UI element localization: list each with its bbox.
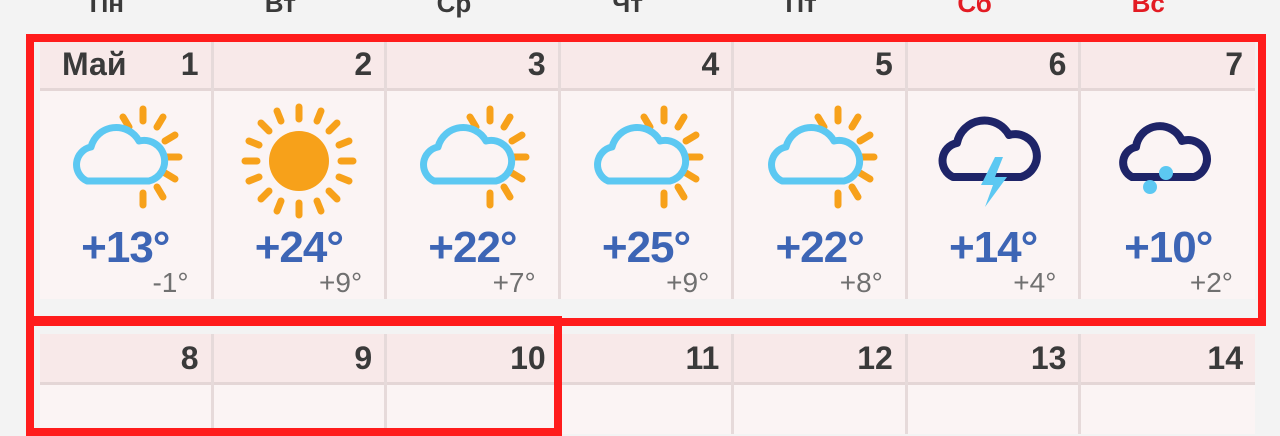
day-number: 2	[354, 46, 373, 82]
weekday-header: Пн Вт Ср Чт Пт Сб Вс	[40, 0, 1255, 20]
day-cell[interactable]: 6 +14° +4°	[907, 40, 1082, 299]
week-1-row: Май 1 +13° -1° 2 +24° +9° 3 +22° +7° 4 +…	[40, 40, 1255, 299]
date-header: 7	[1081, 40, 1255, 91]
day-cell[interactable]: 5 +22° +8°	[734, 40, 908, 299]
partly-cloudy-icon	[73, 105, 183, 209]
partly-cloudy-icon	[594, 105, 704, 209]
sunny-icon	[241, 103, 357, 219]
day-number: 12	[857, 340, 893, 376]
date-header: Май 1	[40, 40, 211, 91]
date-header: 8	[40, 334, 211, 385]
day-cell[interactable]: 4 +25° +9°	[560, 40, 735, 299]
partly-cloudy-icon	[420, 105, 530, 209]
day-cell[interactable]: 10	[387, 334, 561, 434]
day-cell[interactable]: Май 1 +13° -1°	[40, 40, 214, 299]
day-number: 9	[354, 340, 373, 376]
day-cell[interactable]: 3 +22° +7°	[387, 40, 561, 299]
temperature-high: +22°	[428, 223, 517, 272]
day-number: 5	[875, 46, 893, 82]
day-number: 8	[180, 340, 199, 376]
date-header: 14	[1081, 334, 1255, 385]
day-number: 1	[180, 46, 199, 82]
weekday-fri: Пт	[785, 0, 817, 18]
day-cell[interactable]: 13	[907, 334, 1082, 434]
temperature-high: +22°	[775, 223, 864, 272]
weekday-tue: Вт	[264, 0, 296, 18]
temperature-high: +24°	[254, 223, 344, 272]
weekday-thu: Чт	[611, 0, 643, 18]
week-2-row: 8 9 10 11 12 13 14	[40, 334, 1255, 434]
date-header: 5	[734, 40, 905, 91]
day-cell[interactable]: 7 +10° +2°	[1081, 40, 1255, 299]
day-number: 10	[510, 340, 546, 376]
weekday-mon: Пн	[89, 0, 124, 18]
day-cell[interactable]: 8	[40, 334, 214, 434]
day-cell[interactable]: 12	[734, 334, 908, 434]
day-cell[interactable]: 2 +24° +9°	[213, 40, 388, 299]
temperature-high: +13°	[81, 223, 170, 272]
date-header: 2	[213, 40, 385, 91]
day-number: 3	[527, 46, 546, 82]
date-header: 4	[560, 40, 732, 91]
day-number: 14	[1207, 340, 1243, 376]
month-label: Май	[62, 46, 127, 82]
day-number: 11	[685, 340, 720, 376]
date-header: 3	[387, 40, 558, 91]
day-cell[interactable]: 11	[560, 334, 735, 434]
day-cell[interactable]: 9	[213, 334, 388, 434]
date-header: 11	[560, 334, 732, 385]
hail-icon	[1119, 122, 1212, 194]
date-header: 10	[387, 334, 558, 385]
temperature-high: +10°	[1124, 223, 1213, 272]
temperature-high: +14°	[949, 223, 1038, 272]
weekday-wed: Ср	[436, 0, 472, 18]
thunderstorm-icon	[938, 116, 1041, 207]
date-header: 9	[213, 334, 385, 385]
weekday-sun: Вс	[1131, 0, 1165, 18]
day-number: 7	[1225, 46, 1243, 82]
date-header: 12	[734, 334, 905, 385]
date-header: 6	[907, 40, 1079, 91]
day-cell[interactable]: 14	[1081, 334, 1255, 434]
temperature-high: +25°	[601, 223, 691, 272]
day-number: 13	[1030, 340, 1067, 376]
day-number: 4	[701, 46, 720, 82]
partly-cloudy-icon	[767, 105, 878, 209]
weekday-sat: Сб	[957, 0, 992, 18]
day-number: 6	[1048, 46, 1067, 82]
date-header: 13	[907, 334, 1079, 385]
